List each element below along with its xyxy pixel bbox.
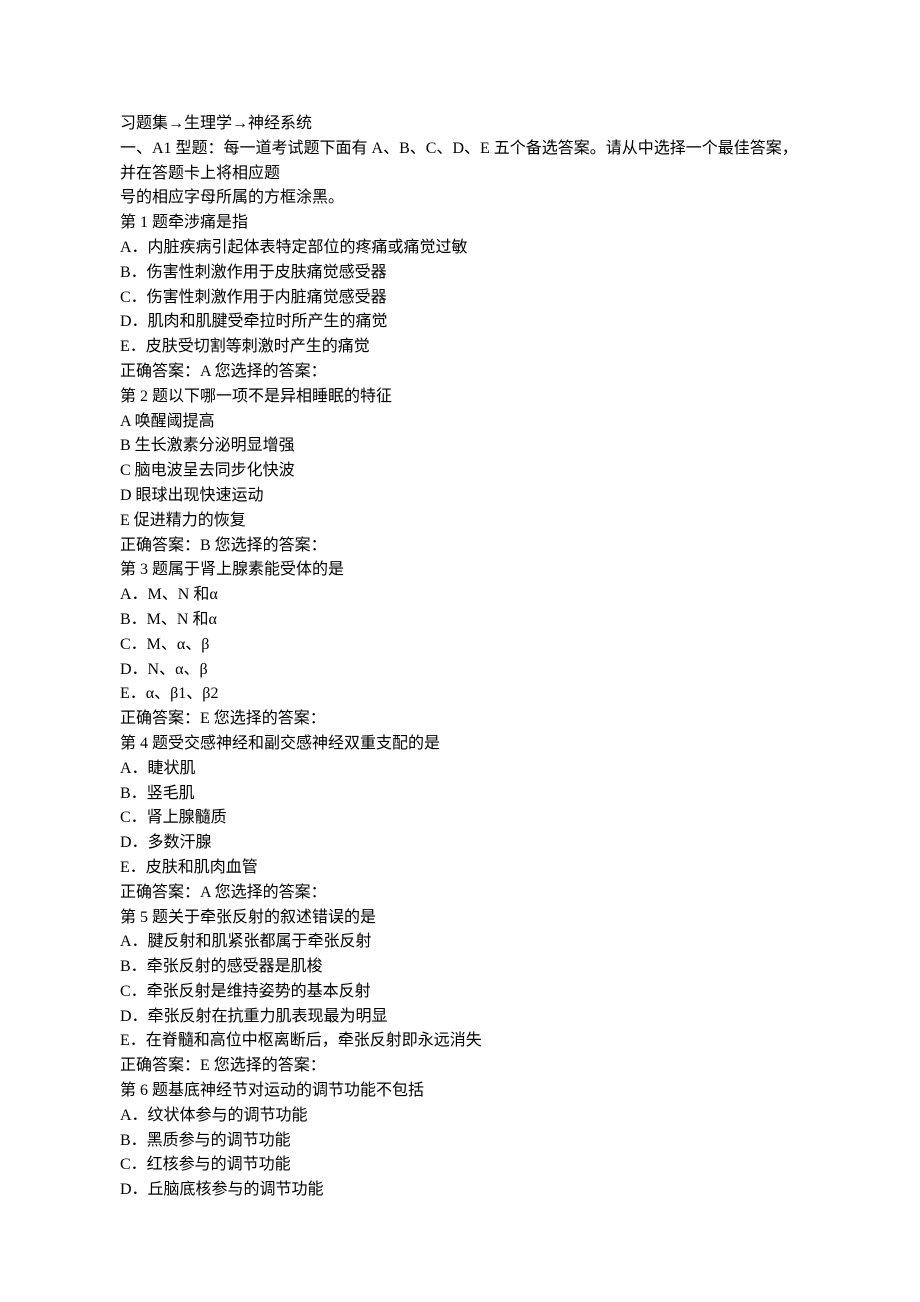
question-option: E．皮肤和肌肉血管	[120, 856, 800, 881]
question-option: A．腱反射和肌紧张都属于牵张反射	[120, 930, 800, 955]
document-page: 习题集→生理学→神经系统 一、A1 型题：每一道考试题下面有 A、B、C、D、E…	[0, 0, 920, 1263]
answer-line: 正确答案：A 您选择的答案：	[120, 881, 800, 906]
question-option: B．伤害性刺激作用于皮肤痛觉感受器	[120, 261, 800, 286]
question-option: B．M、N 和α	[120, 608, 800, 633]
question-option: E 促进精力的恢复	[120, 509, 800, 534]
question-option: D．牵张反射在抗重力肌表现最为明显	[120, 1005, 800, 1030]
breadcrumb: 习题集→生理学→神经系统	[120, 112, 800, 137]
question-title: 第 4 题受交感神经和副交感神经双重支配的是	[120, 732, 800, 757]
question-option: D．N、α、β	[120, 658, 800, 683]
question-option: C．伤害性刺激作用于内脏痛觉感受器	[120, 286, 800, 311]
question-option: C．红核参与的调节功能	[120, 1153, 800, 1178]
question-option: A．纹状体参与的调节功能	[120, 1104, 800, 1129]
question-option: D 眼球出现快速运动	[120, 484, 800, 509]
question-option: A．M、N 和α	[120, 583, 800, 608]
question-option: B．牵张反射的感受器是肌梭	[120, 955, 800, 980]
question-option: B 生长激素分泌明显增强	[120, 434, 800, 459]
question-option: A 唤醒阈提高	[120, 410, 800, 435]
question-title: 第 6 题基底神经节对运动的调节功能不包括	[120, 1079, 800, 1104]
question-option: B．黑质参与的调节功能	[120, 1129, 800, 1154]
question-option: A．睫状肌	[120, 757, 800, 782]
question-option: C．M、α、β	[120, 633, 800, 658]
answer-line: 正确答案：E 您选择的答案：	[120, 1054, 800, 1079]
section-intro-line-2: 号的相应字母所属的方框涂黑。	[120, 186, 800, 211]
question-title: 第 2 题以下哪一项不是异相睡眠的特征	[120, 385, 800, 410]
question-option: D．多数汗腺	[120, 831, 800, 856]
question-option: D．肌肉和肌腱受牵拉时所产生的痛觉	[120, 310, 800, 335]
question-option: E．在脊髓和高位中枢离断后，牵张反射即永远消失	[120, 1029, 800, 1054]
answer-line: 正确答案：B 您选择的答案：	[120, 534, 800, 559]
answer-line: 正确答案：E 您选择的答案：	[120, 707, 800, 732]
question-option: C 脑电波呈去同步化快波	[120, 459, 800, 484]
question-title: 第 3 题属于肾上腺素能受体的是	[120, 558, 800, 583]
question-title: 第 1 题牵涉痛是指	[120, 211, 800, 236]
question-title: 第 5 题关于牵张反射的叙述错误的是	[120, 906, 800, 931]
question-option: D．丘脑底核参与的调节功能	[120, 1178, 800, 1203]
question-option: C．肾上腺髓质	[120, 806, 800, 831]
question-option: A．内脏疾病引起体表特定部位的疼痛或痛觉过敏	[120, 236, 800, 261]
answer-line: 正确答案：A 您选择的答案：	[120, 360, 800, 385]
question-option: B．竖毛肌	[120, 782, 800, 807]
question-option: E．α、β1、β2	[120, 682, 800, 707]
section-intro-line-1: 一、A1 型题：每一道考试题下面有 A、B、C、D、E 五个备选答案。请从中选择…	[120, 137, 800, 187]
question-option: C．牵张反射是维持姿势的基本反射	[120, 980, 800, 1005]
question-option: E．皮肤受切割等刺激时产生的痛觉	[120, 335, 800, 360]
